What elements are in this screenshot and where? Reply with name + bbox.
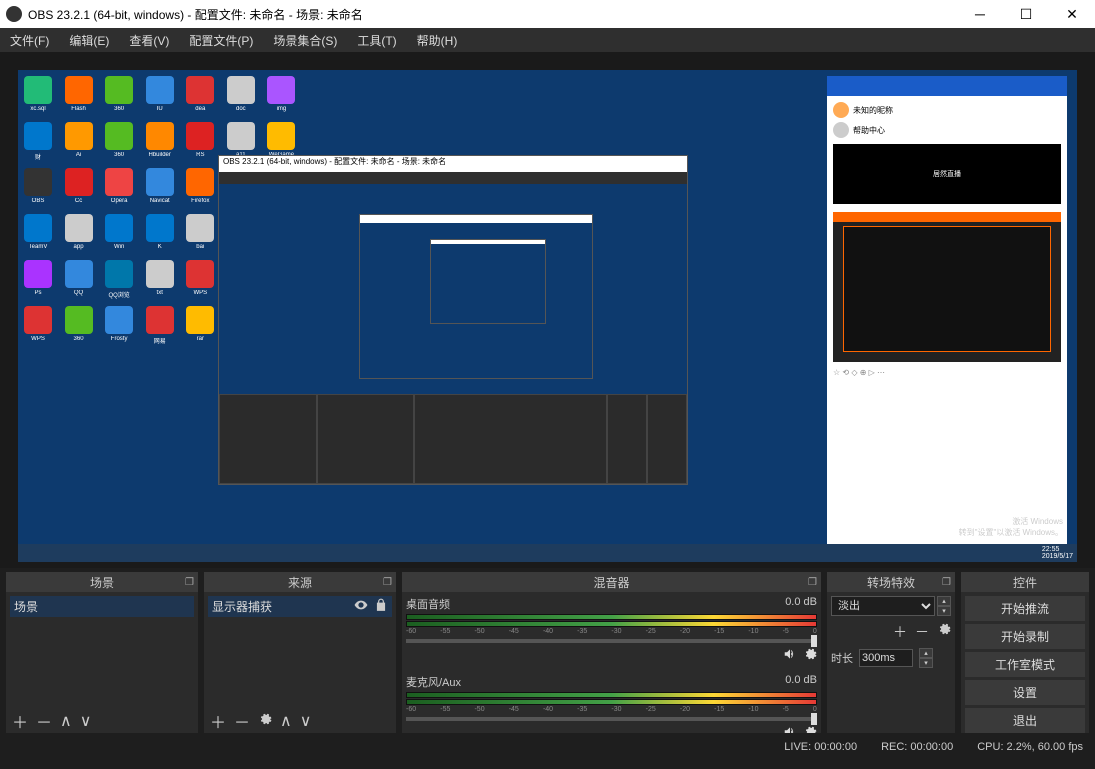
window-title: OBS 23.2.1 (64-bit, windows) - 配置文件: 未命名… [28, 6, 957, 23]
scene-item[interactable]: 场景 [10, 596, 194, 617]
add-transition-button[interactable]: ＋ [893, 622, 907, 642]
dock-panels: 场景 ❐ 场景 ＋ － ∧ ∨ 来源 ❐ 显示器捕获 [0, 568, 1095, 737]
menu-profile[interactable]: 配置文件(P) [185, 30, 257, 51]
volume-meter [406, 692, 817, 698]
source-down-button[interactable]: ∨ [300, 711, 312, 731]
scenes-list: 场景 [6, 592, 198, 709]
panel-mixer: 混音器 ❐ 桌面音频 0.0 dB -60-55-50-45-40-35-30-… [402, 572, 821, 733]
preview-area: xc.sql Flash 360 IU dea doc img 财 Ai 360… [0, 52, 1095, 568]
volume-meter [406, 621, 817, 627]
popout-icon[interactable]: ❐ [185, 577, 194, 588]
mixer-channel-mic: 麦克风/Aux 0.0 dB -60-55-50-45-40-35-30-25-… [406, 674, 817, 733]
volume-slider[interactable] [406, 639, 817, 643]
preview-canvas[interactable]: xc.sql Flash 360 IU dea doc img 财 Ai 360… [18, 70, 1077, 562]
source-settings-button[interactable] [258, 712, 272, 731]
mute-button[interactable] [783, 725, 797, 733]
panel-sources-header: 来源 ❐ [204, 572, 396, 592]
transition-select[interactable]: 淡出 [831, 596, 935, 616]
recursive-title: OBS 23.2.1 (64-bit, windows) - 配置文件: 未命名… [219, 156, 687, 172]
visibility-icon[interactable] [354, 598, 368, 615]
panel-controls-header: 控件 [961, 572, 1089, 592]
mute-button[interactable] [783, 647, 797, 664]
volume-meter [406, 614, 817, 620]
volume-slider[interactable] [406, 717, 817, 721]
popout-icon[interactable]: ❐ [942, 577, 951, 588]
exit-button[interactable]: 退出 [965, 708, 1085, 733]
duration-up-button[interactable]: ▴ [919, 648, 933, 658]
duration-label: 时长 [831, 650, 853, 666]
menu-help[interactable]: 帮助(H) [413, 30, 462, 51]
mixer-channel-db: 0.0 dB [785, 674, 817, 690]
panel-controls: 控件 开始推流 开始录制 工作室模式 设置 退出 [961, 572, 1089, 733]
source-up-button[interactable]: ∧ [280, 711, 292, 731]
menu-scene-collection[interactable]: 场景集合(S) [269, 30, 341, 51]
transitions-body: 淡出 ▴ ▾ ＋ － 时长 ▴ ▾ [827, 592, 955, 733]
maximize-button[interactable]: ☐ [1003, 0, 1049, 28]
scene-down-button[interactable]: ∨ [80, 711, 92, 731]
obs-logo-icon [6, 6, 22, 22]
settings-button[interactable]: 设置 [965, 680, 1085, 705]
mixer-channel-name: 桌面音频 [406, 596, 450, 612]
channel-settings-button[interactable] [803, 647, 817, 664]
transition-down-button[interactable]: ▾ [937, 606, 951, 616]
panel-transitions-header: 转场特效 ❐ [827, 572, 955, 592]
status-cpu: CPU: 2.2%, 60.00 fps [977, 741, 1083, 753]
panel-scenes-header: 场景 ❐ [6, 572, 198, 592]
source-item[interactable]: 显示器捕获 [208, 596, 392, 617]
studio-mode-button[interactable]: 工作室模式 [965, 652, 1085, 677]
right-browser-panel: 未知的昵称 帮助中心 居然直播 ☆ ⟲ ◇ ⊕ ▷ ⋯ [827, 76, 1067, 546]
menu-edit[interactable]: 编辑(E) [65, 30, 113, 51]
close-button[interactable]: ✕ [1049, 0, 1095, 28]
status-rec: REC: 00:00:00 [881, 741, 953, 753]
remove-transition-button[interactable]: － [915, 622, 929, 642]
minimize-button[interactable]: ─ [957, 0, 1003, 28]
lock-icon[interactable] [374, 598, 388, 615]
windows-watermark: 激活 Windows 转到"设置"以激活 Windows。 [959, 516, 1063, 538]
mixer-body: 桌面音频 0.0 dB -60-55-50-45-40-35-30-25-20-… [402, 592, 821, 733]
sources-list: 显示器捕获 [204, 592, 396, 709]
panel-mixer-header: 混音器 ❐ [402, 572, 821, 592]
popout-icon[interactable]: ❐ [383, 577, 392, 588]
start-streaming-button[interactable]: 开始推流 [965, 596, 1085, 621]
menu-tools[interactable]: 工具(T) [353, 30, 400, 51]
mixer-ticks: -60-55-50-45-40-35-30-25-20-15-10-50 [406, 706, 817, 713]
titlebar: OBS 23.2.1 (64-bit, windows) - 配置文件: 未命名… [0, 0, 1095, 28]
popout-icon[interactable]: ❐ [808, 577, 817, 588]
window-controls: ─ ☐ ✕ [957, 0, 1095, 28]
start-recording-button[interactable]: 开始录制 [965, 624, 1085, 649]
transition-up-button[interactable]: ▴ [937, 596, 951, 606]
mixer-channel-name: 麦克风/Aux [406, 674, 461, 690]
captured-taskbar: 22:552019/5/17 [18, 544, 1077, 562]
remove-source-button[interactable]: － [234, 709, 250, 733]
channel-settings-button[interactable] [803, 725, 817, 733]
panel-scenes: 场景 ❐ 场景 ＋ － ∧ ∨ [6, 572, 198, 733]
mixer-ticks: -60-55-50-45-40-35-30-25-20-15-10-50 [406, 628, 817, 635]
statusbar: LIVE: 00:00:00 REC: 00:00:00 CPU: 2.2%, … [0, 737, 1095, 757]
controls-body: 开始推流 开始录制 工作室模式 设置 退出 [961, 592, 1089, 733]
add-source-button[interactable]: ＋ [210, 709, 226, 733]
scene-up-button[interactable]: ∧ [60, 711, 72, 731]
menu-view[interactable]: 查看(V) [125, 30, 173, 51]
remove-scene-button[interactable]: － [36, 709, 52, 733]
add-scene-button[interactable]: ＋ [12, 709, 28, 733]
duration-input[interactable] [859, 649, 913, 667]
sources-toolbar: ＋ － ∧ ∨ [204, 709, 396, 733]
duration-down-button[interactable]: ▾ [919, 658, 933, 668]
status-live: LIVE: 00:00:00 [784, 741, 857, 753]
mixer-channel-db: 0.0 dB [785, 596, 817, 612]
mixer-channel-desktop: 桌面音频 0.0 dB -60-55-50-45-40-35-30-25-20-… [406, 596, 817, 664]
scenes-toolbar: ＋ － ∧ ∨ [6, 709, 198, 733]
panel-sources: 来源 ❐ 显示器捕获 ＋ － ∧ [204, 572, 396, 733]
volume-meter [406, 699, 817, 705]
menubar: 文件(F) 编辑(E) 查看(V) 配置文件(P) 场景集合(S) 工具(T) … [0, 28, 1095, 52]
recursive-obs-window: OBS 23.2.1 (64-bit, windows) - 配置文件: 未命名… [218, 155, 688, 485]
panel-transitions: 转场特效 ❐ 淡出 ▴ ▾ ＋ － 时长 ▴ [827, 572, 955, 733]
menu-file[interactable]: 文件(F) [6, 30, 53, 51]
transition-settings-button[interactable] [937, 622, 951, 642]
